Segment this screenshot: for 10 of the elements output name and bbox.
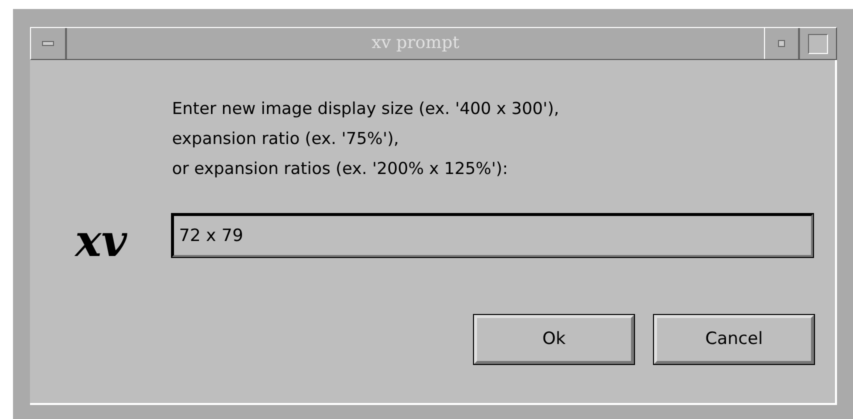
minimize-icon [778,40,785,47]
prompt-text: or expansion ratios (ex. '200% x 125%'): [172,158,509,180]
prompt-text: expansion ratio (ex. '75%'), [172,128,400,150]
maximize-icon [808,34,828,54]
dialog-button[interactable]: Ok [474,315,634,364]
logo: xv [74,216,128,268]
prompt-text: Enter new image display size (ex. '400 x 300'), [172,98,560,120]
size-input-field[interactable]: 72 x 79 [172,214,813,257]
minus-icon [42,41,54,46]
dialog-button[interactable]: Cancel [654,315,814,364]
